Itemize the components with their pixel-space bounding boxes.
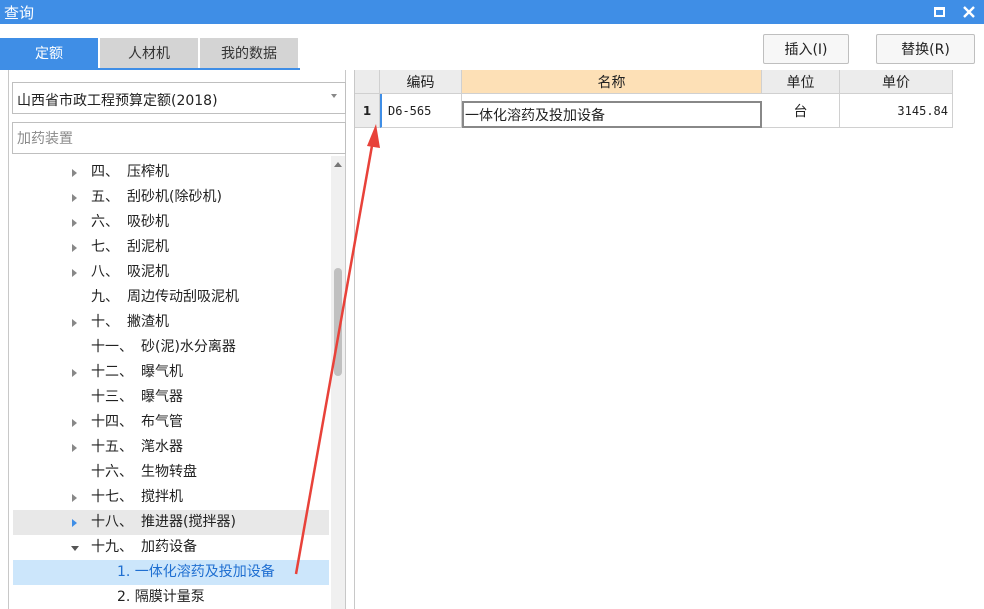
tree-node[interactable]: 十五、 滗水器 xyxy=(13,435,329,460)
expand-right-icon[interactable] xyxy=(72,519,77,527)
tree-node[interactable]: 十二、 曝气机 xyxy=(13,360,329,385)
expand-right-icon[interactable] xyxy=(72,369,77,377)
tree-node-number: 六、 xyxy=(91,214,119,230)
tree-node-number: 十四、 xyxy=(91,414,133,430)
column-header-code[interactable]: 编码 xyxy=(380,70,462,94)
expand-right-icon[interactable] xyxy=(72,419,77,427)
tree-node-label: 滗水器 xyxy=(141,439,183,455)
row-number[interactable]: 1 xyxy=(355,94,380,128)
insert-button[interactable]: 插入(I) xyxy=(763,34,849,64)
tree-node-number: 十七、 xyxy=(91,489,133,505)
maximize-icon[interactable] xyxy=(928,0,950,24)
scroll-up-icon[interactable] xyxy=(334,162,342,167)
left-panel: 山西省市政工程预算定额(2018) 四、压榨机五、刮砂机(除砂机)六、吸砂机七、… xyxy=(8,70,346,609)
chevron-down-icon[interactable] xyxy=(331,94,337,98)
tree-node[interactable]: 五、 刮砂机(除砂机) xyxy=(13,185,329,210)
tree-node-label: 布气管 xyxy=(141,414,183,430)
tree-node-label: 砂(泥)水分离器 xyxy=(141,339,236,355)
quota-library-value: 山西省市政工程预算定额(2018) xyxy=(17,93,218,109)
expand-right-icon[interactable] xyxy=(72,444,77,452)
tree-node-number: 十一、 xyxy=(91,339,133,355)
tree-node-number: 十三、 xyxy=(91,389,133,405)
tree-node[interactable]: 九、 周边传动刮吸泥机 xyxy=(13,285,329,310)
title-bar: 查询 xyxy=(0,0,984,24)
tree-node-label: 搅拌机 xyxy=(141,489,183,505)
expand-down-icon[interactable] xyxy=(71,546,79,551)
tree-node[interactable]: 八、 吸泥机 xyxy=(13,260,329,285)
tree-node[interactable]: 六、 吸砂机 xyxy=(13,210,329,235)
tree-node-number: 十、 xyxy=(91,314,119,330)
tree-node-number: 十六、 xyxy=(91,464,133,480)
tab-quota[interactable]: 定额 xyxy=(0,38,98,68)
grid-corner xyxy=(355,70,380,94)
tree-node-number: 十五、 xyxy=(91,439,133,455)
expand-right-icon[interactable] xyxy=(72,194,77,202)
tree-node-label: 周边传动刮吸泥机 xyxy=(127,289,239,305)
tree-node[interactable]: 十九、 加药设备 xyxy=(13,535,329,560)
tree-node-label: 压榨机 xyxy=(127,164,169,180)
column-header-name[interactable]: 名称 xyxy=(462,70,762,94)
expand-right-icon[interactable] xyxy=(72,494,77,502)
tree-node-label: 刮泥机 xyxy=(127,239,169,255)
tree-node[interactable]: 十四、 布气管 xyxy=(13,410,329,435)
tree-node-label: 2. 隔膜计量泵 xyxy=(117,589,205,605)
tree-node-label: 吸泥机 xyxy=(127,264,169,280)
quota-library-select[interactable]: 山西省市政工程预算定额(2018) xyxy=(12,82,346,114)
tree-node-number: 七、 xyxy=(91,239,119,255)
quota-tree: 四、 压榨机 五、 刮砂机(除砂机) 六、 吸砂机 七、 刮泥机 八、 吸泥机 九、 周边传动刮吸泥机… xyxy=(13,160,329,609)
result-grid: 编码 名称 单位 单价 1 D6-565 一体化溶药及投加设备 台 3145.8… xyxy=(354,70,953,609)
cell-code[interactable]: D6-565 xyxy=(380,94,462,128)
expand-right-icon[interactable] xyxy=(72,319,77,327)
tree-node-label: 1. 一体化溶药及投加设备 xyxy=(117,564,275,580)
tree-node-number: 八、 xyxy=(91,264,119,280)
tree-node-number: 十八、 xyxy=(91,514,133,530)
tree-node-label: 曝气器 xyxy=(141,389,183,405)
tree-node-label: 刮砂机(除砂机) xyxy=(127,189,222,205)
expand-right-icon[interactable] xyxy=(72,219,77,227)
tree-node[interactable]: 十七、 搅拌机 xyxy=(13,485,329,510)
tab-my-data[interactable]: 我的数据 xyxy=(200,38,298,68)
tree-node[interactable]: 七、 刮泥机 xyxy=(13,235,329,260)
tree-node-label: 撇渣机 xyxy=(127,314,169,330)
cell-unit[interactable]: 台 xyxy=(762,94,840,128)
tree-node-label: 生物转盘 xyxy=(141,464,197,480)
tree-node[interactable]: 十、 撇渣机 xyxy=(13,310,329,335)
column-header-unit[interactable]: 单位 xyxy=(762,70,840,94)
tree-node-label: 曝气机 xyxy=(141,364,183,380)
close-icon[interactable] xyxy=(958,0,980,24)
tree-node-number: 十二、 xyxy=(91,364,133,380)
replace-button[interactable]: 替换(R) xyxy=(876,34,975,64)
cell-name[interactable]: 一体化溶药及投加设备 xyxy=(462,101,762,128)
expand-right-icon[interactable] xyxy=(72,169,77,177)
expand-right-icon[interactable] xyxy=(72,244,77,252)
search-input[interactable] xyxy=(12,122,346,154)
tree-node[interactable]: 四、 压榨机 xyxy=(13,160,329,185)
window-title: 查询 xyxy=(4,4,35,22)
tree-node[interactable]: 十六、 生物转盘 xyxy=(13,460,329,485)
tree-node-number: 九、 xyxy=(91,289,119,305)
cell-price[interactable]: 3145.84 xyxy=(840,94,953,128)
expand-right-icon[interactable] xyxy=(72,269,77,277)
tree-node[interactable]: 1. 一体化溶药及投加设备 xyxy=(13,560,329,585)
tree-node[interactable]: 十三、 曝气器 xyxy=(13,385,329,410)
tree-node-label: 吸砂机 xyxy=(127,214,169,230)
tree-node-label: 加药设备 xyxy=(141,539,197,555)
scroll-thumb[interactable] xyxy=(334,268,342,376)
tree-node-number: 五、 xyxy=(91,189,119,205)
tab-labor-material-machine[interactable]: 人材机 xyxy=(100,38,198,68)
query-window: 查询 定额 人材机 我的数据 插入(I) 替换(R) 山西省市政工程预算定额(2… xyxy=(0,0,984,609)
tree-node[interactable]: 十八、 推进器(搅拌器) xyxy=(13,510,329,535)
column-header-price[interactable]: 单价 xyxy=(840,70,953,94)
tree-node[interactable]: 十一、 砂(泥)水分离器 xyxy=(13,335,329,360)
tree-scrollbar[interactable] xyxy=(331,156,345,609)
tree-node-number: 十九、 xyxy=(91,539,133,555)
tree-node-label: 推进器(搅拌器) xyxy=(141,514,236,530)
tree-node[interactable]: 2. 隔膜计量泵 xyxy=(13,585,329,609)
tree-node-number: 四、 xyxy=(91,164,119,180)
